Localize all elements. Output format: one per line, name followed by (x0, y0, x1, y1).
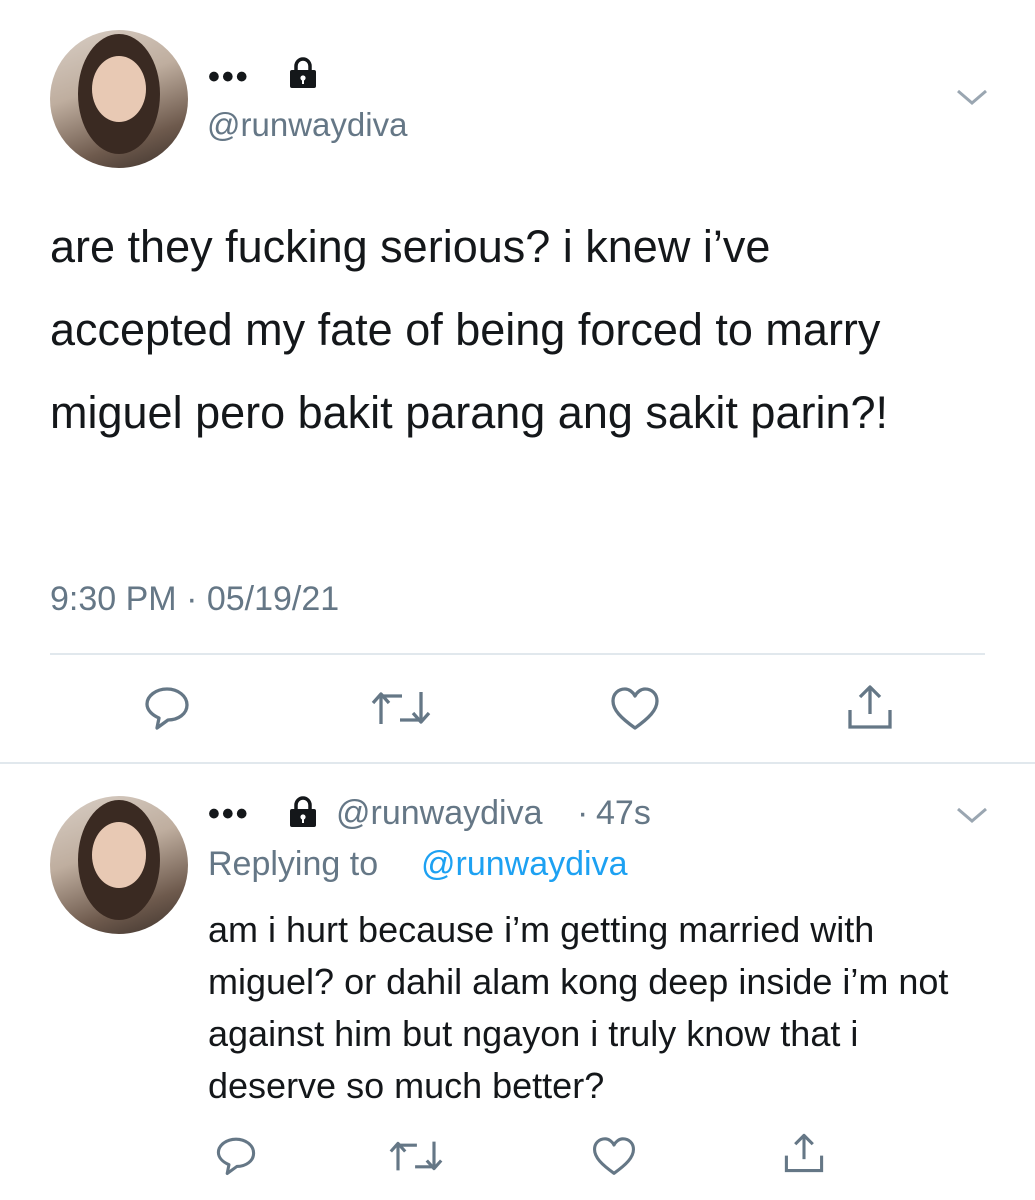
main-reply-icon[interactable] (142, 682, 192, 732)
replying-to-link[interactable]: @runwaydiva (421, 845, 628, 884)
reply-time-separator: · (577, 794, 589, 832)
main-timestamp[interactable]: 9:30 PM · 05/19/21 (50, 580, 339, 619)
reply-share-icon[interactable] (782, 1131, 826, 1175)
main-display-name[interactable]: ••• (208, 60, 250, 94)
main-share-icon[interactable] (845, 682, 895, 732)
main-tweet-text: are they fucking serious? i knew i’ve ac… (50, 221, 889, 438)
reply-lock-icon (286, 794, 320, 828)
reply-retweet-icon[interactable] (388, 1138, 444, 1174)
reply-like-icon[interactable] (591, 1136, 637, 1177)
reply-display-name[interactable]: ••• (208, 797, 250, 831)
reply-handle[interactable]: @runwaydiva (336, 794, 543, 833)
reply-tweet-text: am i hurt because i’m getting married wi… (208, 909, 949, 1106)
main-like-icon[interactable] (609, 686, 661, 732)
main-lock-icon (286, 55, 320, 89)
main-retweet-icon[interactable] (370, 688, 432, 728)
reply-chevron-down-icon[interactable] (955, 804, 989, 826)
main-chevron-down-icon[interactable] (955, 86, 989, 108)
main-divider (50, 653, 985, 655)
main-avatar[interactable] (50, 30, 188, 168)
reply-reply-icon[interactable] (214, 1133, 258, 1177)
tweet-separator (0, 762, 1035, 764)
reply-time[interactable]: 47s (596, 794, 651, 833)
main-handle[interactable]: @runwaydiva (207, 106, 407, 144)
reply-avatar[interactable] (50, 796, 188, 934)
replying-to-prefix: Replying to (208, 845, 379, 883)
